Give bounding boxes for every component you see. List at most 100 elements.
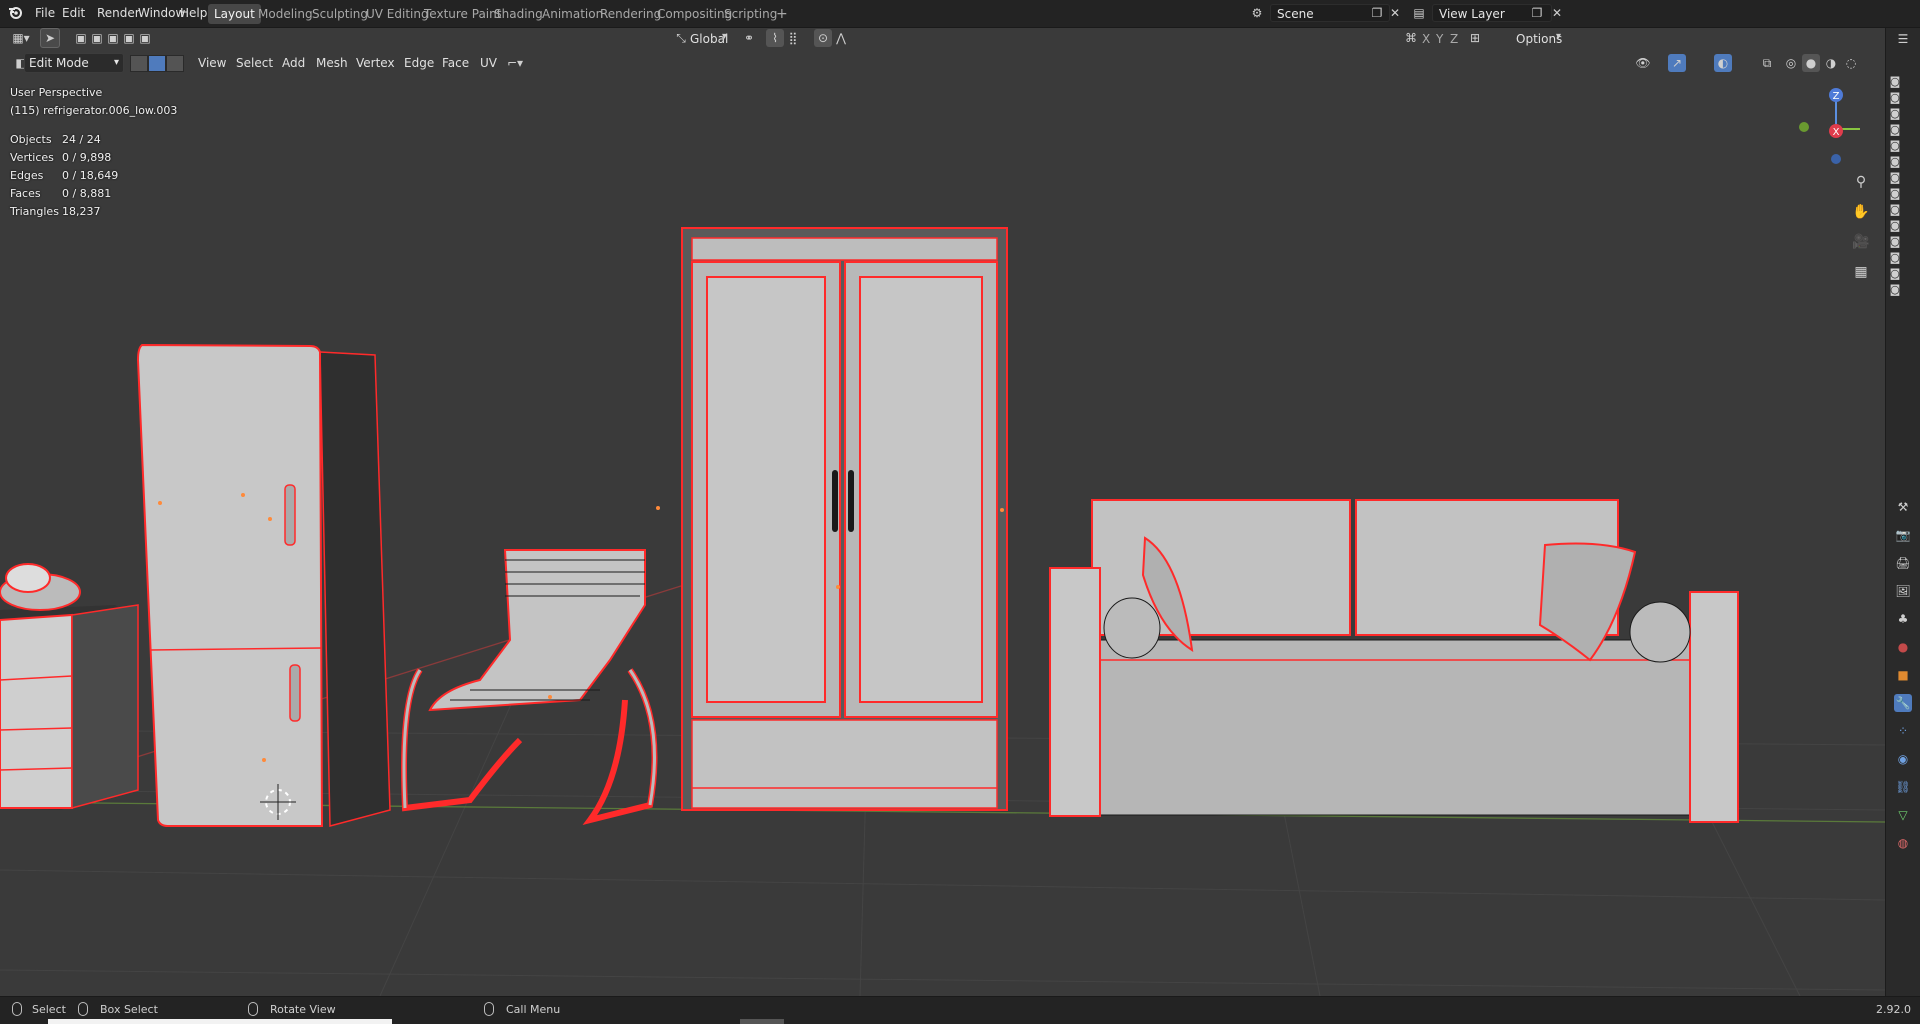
camera-restrict-icon[interactable]: ◙ — [1888, 154, 1902, 170]
falloff-icon[interactable]: ⋀ — [832, 29, 850, 47]
mouse-drag-icon — [78, 1002, 88, 1016]
visibility-icon[interactable]: 👁 — [1634, 54, 1652, 72]
stat-value: 0 / 18,649 — [62, 169, 119, 182]
vertex-select-mode-button[interactable] — [130, 55, 148, 72]
auto-merge-icon[interactable]: ⊞ — [1466, 29, 1484, 47]
menu-view[interactable]: View — [194, 53, 230, 73]
camera-restrict-icon[interactable]: ◙ — [1888, 106, 1902, 122]
chevron-down-icon: ▾ — [1556, 31, 1562, 42]
edge-select-mode-button[interactable] — [148, 55, 166, 72]
wireframe-shading-icon[interactable]: ◎ — [1782, 54, 1800, 72]
properties-toggle-icon[interactable]: ☰ — [1894, 30, 1912, 48]
close-scene-icon[interactable]: ✕ — [1386, 4, 1404, 22]
scene-icon[interactable]: ⚙ — [1248, 4, 1266, 22]
nightstand-mesh[interactable] — [0, 604, 139, 810]
wardrobe-mesh[interactable] — [681, 227, 1008, 811]
constraints-tab-icon[interactable]: ⛓ — [1894, 778, 1912, 796]
pan-hand-icon[interactable]: ✋ — [1852, 203, 1870, 221]
rendered-shading-icon[interactable]: ◌ — [1842, 54, 1860, 72]
solid-shading-icon[interactable]: ● — [1802, 54, 1820, 72]
pivot-point-icon[interactable]: ⚭ — [740, 29, 758, 47]
snap-menu-icon[interactable]: ⌐▾ — [506, 54, 524, 72]
menu-vertex[interactable]: Vertex — [352, 53, 399, 73]
stat-label: Edges — [10, 169, 44, 182]
mode-dropdown[interactable]: Edit Mode ▾ — [24, 53, 124, 73]
menu-select[interactable]: Select — [232, 53, 277, 73]
stat-label: Vertices — [10, 151, 54, 164]
viewport-canvas[interactable] — [0, 78, 1885, 996]
close-view-layer-icon[interactable]: ✕ — [1548, 4, 1566, 22]
chevron-down-icon: ▾ — [113, 57, 119, 68]
proportional-edit-icon[interactable]: ⊙ — [814, 29, 832, 47]
menu-mesh[interactable]: Mesh — [312, 53, 352, 73]
tool-settings-header: ▦▾ ➤ ▣ ▣ ▣ ▣ ▣ ⤡ Global ▾ ⚭ ⌇ ⣿ ⊙ ⋀ ⌘ X … — [0, 28, 1885, 48]
physics-tab-icon[interactable]: ◉ — [1894, 750, 1912, 768]
material-tab-icon[interactable]: ◍ — [1894, 834, 1912, 852]
material-shading-icon[interactable]: ◑ — [1822, 54, 1840, 72]
tool-tab-icon[interactable]: ⚒ — [1894, 498, 1912, 516]
snap-grid-icon[interactable]: ⣿ — [784, 29, 802, 47]
view-layer-tab-icon[interactable]: 🖼 — [1894, 582, 1912, 600]
sofa-mesh[interactable] — [1049, 499, 1739, 823]
data-tab-icon[interactable]: ▽ — [1894, 806, 1912, 824]
menu-edit[interactable]: Edit — [62, 0, 85, 27]
copy-scene-icon[interactable]: ❐ — [1368, 4, 1386, 22]
status-bar: Select Box Select Rotate View Call Menu … — [0, 996, 1920, 1024]
camera-restrict-icon[interactable]: ◙ — [1888, 218, 1902, 234]
status-rotate-view: Rotate View — [270, 1003, 336, 1016]
menu-face[interactable]: Face — [438, 53, 473, 73]
navigation-gizmo[interactable]: Z Y X — [1790, 85, 1860, 165]
blender-logo-icon[interactable] — [6, 4, 24, 22]
modifier-tab-icon[interactable]: 🔧 — [1894, 694, 1912, 712]
editor-type-icon[interactable]: ▦▾ — [8, 29, 34, 47]
camera-restrict-icon[interactable]: ◙ — [1888, 74, 1902, 90]
refrigerator-mesh[interactable] — [136, 343, 391, 827]
menu-render[interactable]: Render — [97, 0, 140, 27]
particles-tab-icon[interactable]: ⁘ — [1894, 722, 1912, 740]
status-call-menu: Call Menu — [506, 1003, 561, 1016]
menu-help[interactable]: Help — [180, 0, 207, 27]
rocking-chair-mesh[interactable] — [401, 549, 658, 825]
stat-label: Faces — [10, 187, 41, 200]
camera-view-icon[interactable]: 🎥 — [1852, 233, 1870, 251]
camera-restrict-icon[interactable]: ◙ — [1888, 122, 1902, 138]
object-origin — [656, 506, 660, 510]
snap-toggle-icon[interactable]: ⌇ — [766, 29, 784, 47]
camera-restrict-icon[interactable]: ◙ — [1888, 234, 1902, 250]
add-workspace-button[interactable]: + — [770, 4, 794, 24]
menu-edge[interactable]: Edge — [400, 53, 438, 73]
overlay-toggle-icon[interactable]: ◐ — [1714, 54, 1732, 72]
mouse-right-icon — [484, 1002, 494, 1016]
status-select: Select — [32, 1003, 66, 1016]
telephone-mesh[interactable] — [0, 563, 81, 611]
select-intersect-icon[interactable]: ▣ — [136, 29, 154, 47]
axis-z-toggle[interactable]: Z — [1446, 29, 1462, 49]
camera-restrict-icon[interactable]: ◙ — [1888, 266, 1902, 282]
zoom-icon[interactable]: ⚲ — [1852, 173, 1870, 191]
camera-restrict-icon[interactable]: ◙ — [1888, 90, 1902, 106]
camera-restrict-icon[interactable]: ◙ — [1888, 138, 1902, 154]
world-tab-icon[interactable]: ● — [1894, 638, 1912, 656]
stat-value: 24 / 24 — [62, 133, 101, 146]
camera-restrict-icon[interactable]: ◙ — [1888, 202, 1902, 218]
xray-icon[interactable]: ⧉ — [1758, 54, 1776, 72]
select-tool-icon[interactable]: ➤ — [40, 28, 60, 48]
camera-restrict-icon[interactable]: ◙ — [1888, 250, 1902, 266]
object-tab-icon[interactable]: ■ — [1894, 666, 1912, 684]
menu-add[interactable]: Add — [278, 53, 309, 73]
menu-uv[interactable]: UV — [476, 53, 501, 73]
render-tab-icon[interactable]: 📷 — [1894, 526, 1912, 544]
camera-restrict-icon[interactable]: ◙ — [1888, 282, 1902, 298]
ortho-toggle-icon[interactable]: ▦ — [1852, 263, 1870, 281]
scene-tab-icon[interactable]: ♣ — [1894, 610, 1912, 628]
output-tab-icon[interactable]: 🖨 — [1894, 554, 1912, 572]
view-layer-icon[interactable]: ▤ — [1410, 4, 1428, 22]
outliner-render-toggles: ◙ ◙ ◙ ◙ ◙ ◙ ◙ ◙ ◙ ◙ ◙ ◙ ◙ ◙ — [1888, 74, 1902, 298]
copy-view-layer-icon[interactable]: ❐ — [1528, 4, 1546, 22]
face-select-mode-button[interactable] — [166, 55, 184, 72]
menu-file[interactable]: File — [35, 0, 55, 27]
camera-restrict-icon[interactable]: ◙ — [1888, 186, 1902, 202]
gizmo-toggle-icon[interactable]: ↗ — [1668, 54, 1686, 72]
menu-window[interactable]: Window — [138, 0, 185, 27]
camera-restrict-icon[interactable]: ◙ — [1888, 170, 1902, 186]
